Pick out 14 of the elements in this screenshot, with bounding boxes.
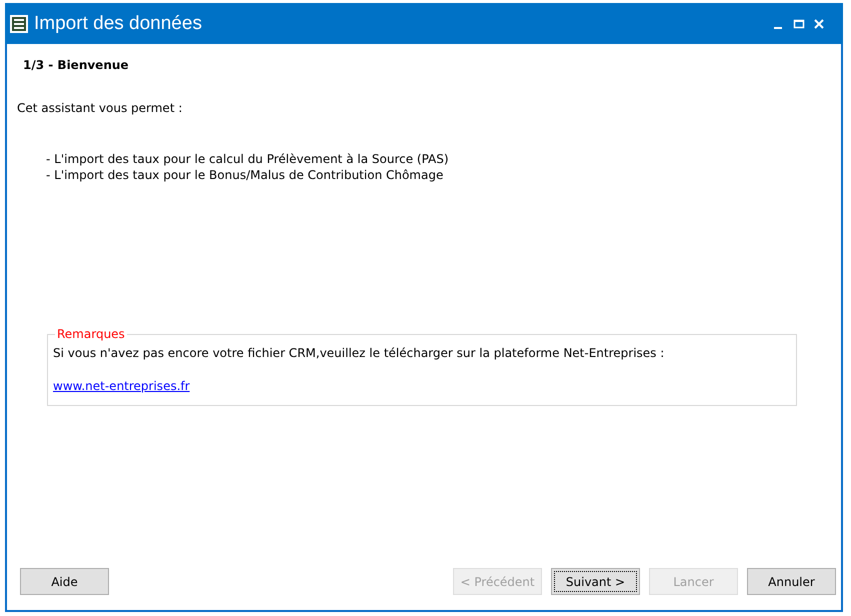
wizard-button[interactable]: Aide [20, 568, 109, 595]
wizard-button[interactable]: Annuler [747, 568, 836, 595]
list-item: - L'import des taux pour le Bonus/Malus de Contribution Chômage [46, 168, 444, 182]
maximize-icon[interactable] [793, 18, 805, 30]
app-icon [10, 14, 28, 32]
list-item: - L'import des taux pour le calcul du Prélèvement à la Source (PAS) [46, 152, 450, 166]
close-icon[interactable] [813, 18, 825, 30]
group-legend: Remarques [55, 327, 127, 341]
intro-text: Cet assistant vous permet : [17, 101, 184, 115]
remarks-text: Si vous n'avez pas encore votre fichier CRM,veuillez le télécharger sur la plateforme Net-Entreprises : [53, 346, 666, 360]
wizard-button[interactable]: Suivant > [551, 568, 640, 595]
step-title: 1/3 - Bienvenue [23, 58, 130, 72]
window-title: Import des données [34, 12, 203, 34]
website-link[interactable]: www.net-entreprises.fr [53, 379, 190, 393]
